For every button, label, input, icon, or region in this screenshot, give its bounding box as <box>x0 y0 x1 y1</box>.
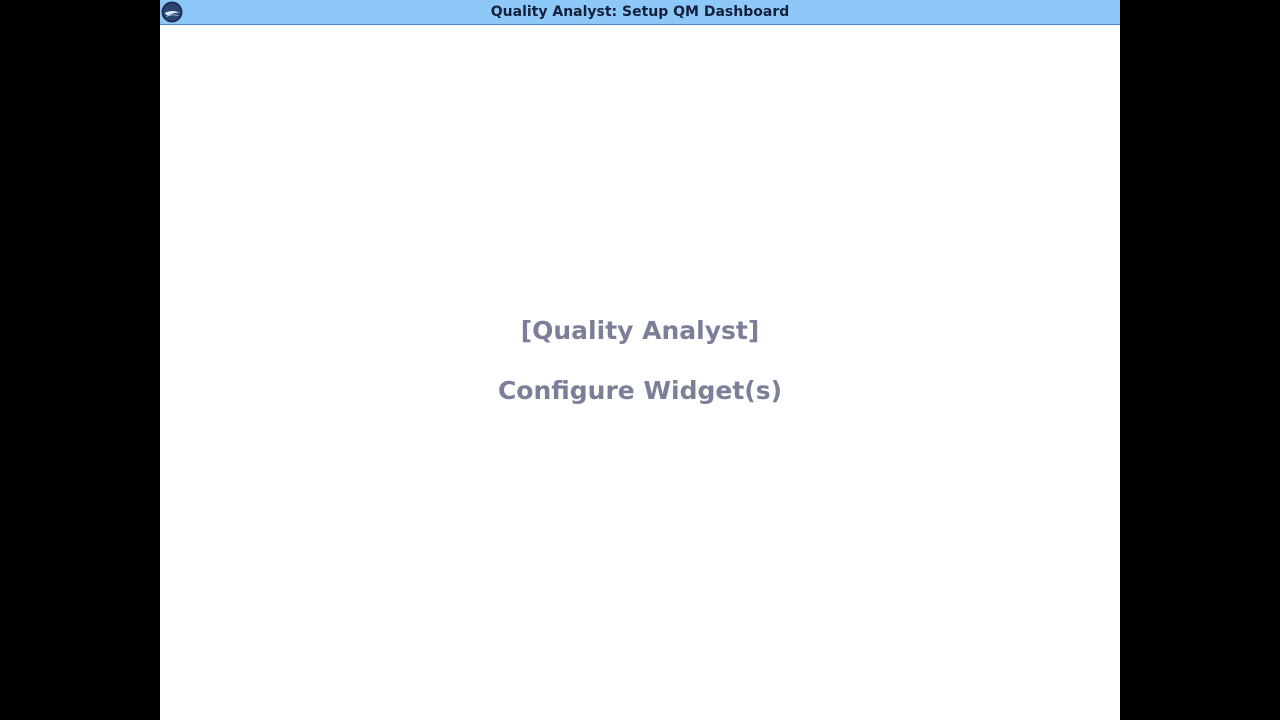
slide-frame: Quality Analyst: Setup QM Dashboard [Qua… <box>160 0 1120 720</box>
slide-heading-task: Configure Widget(s) <box>497 376 783 405</box>
slide-heading-role: [Quality Analyst] <box>520 316 760 345</box>
slide-content: [Quality Analyst] Configure Widget(s) <box>160 0 1120 720</box>
